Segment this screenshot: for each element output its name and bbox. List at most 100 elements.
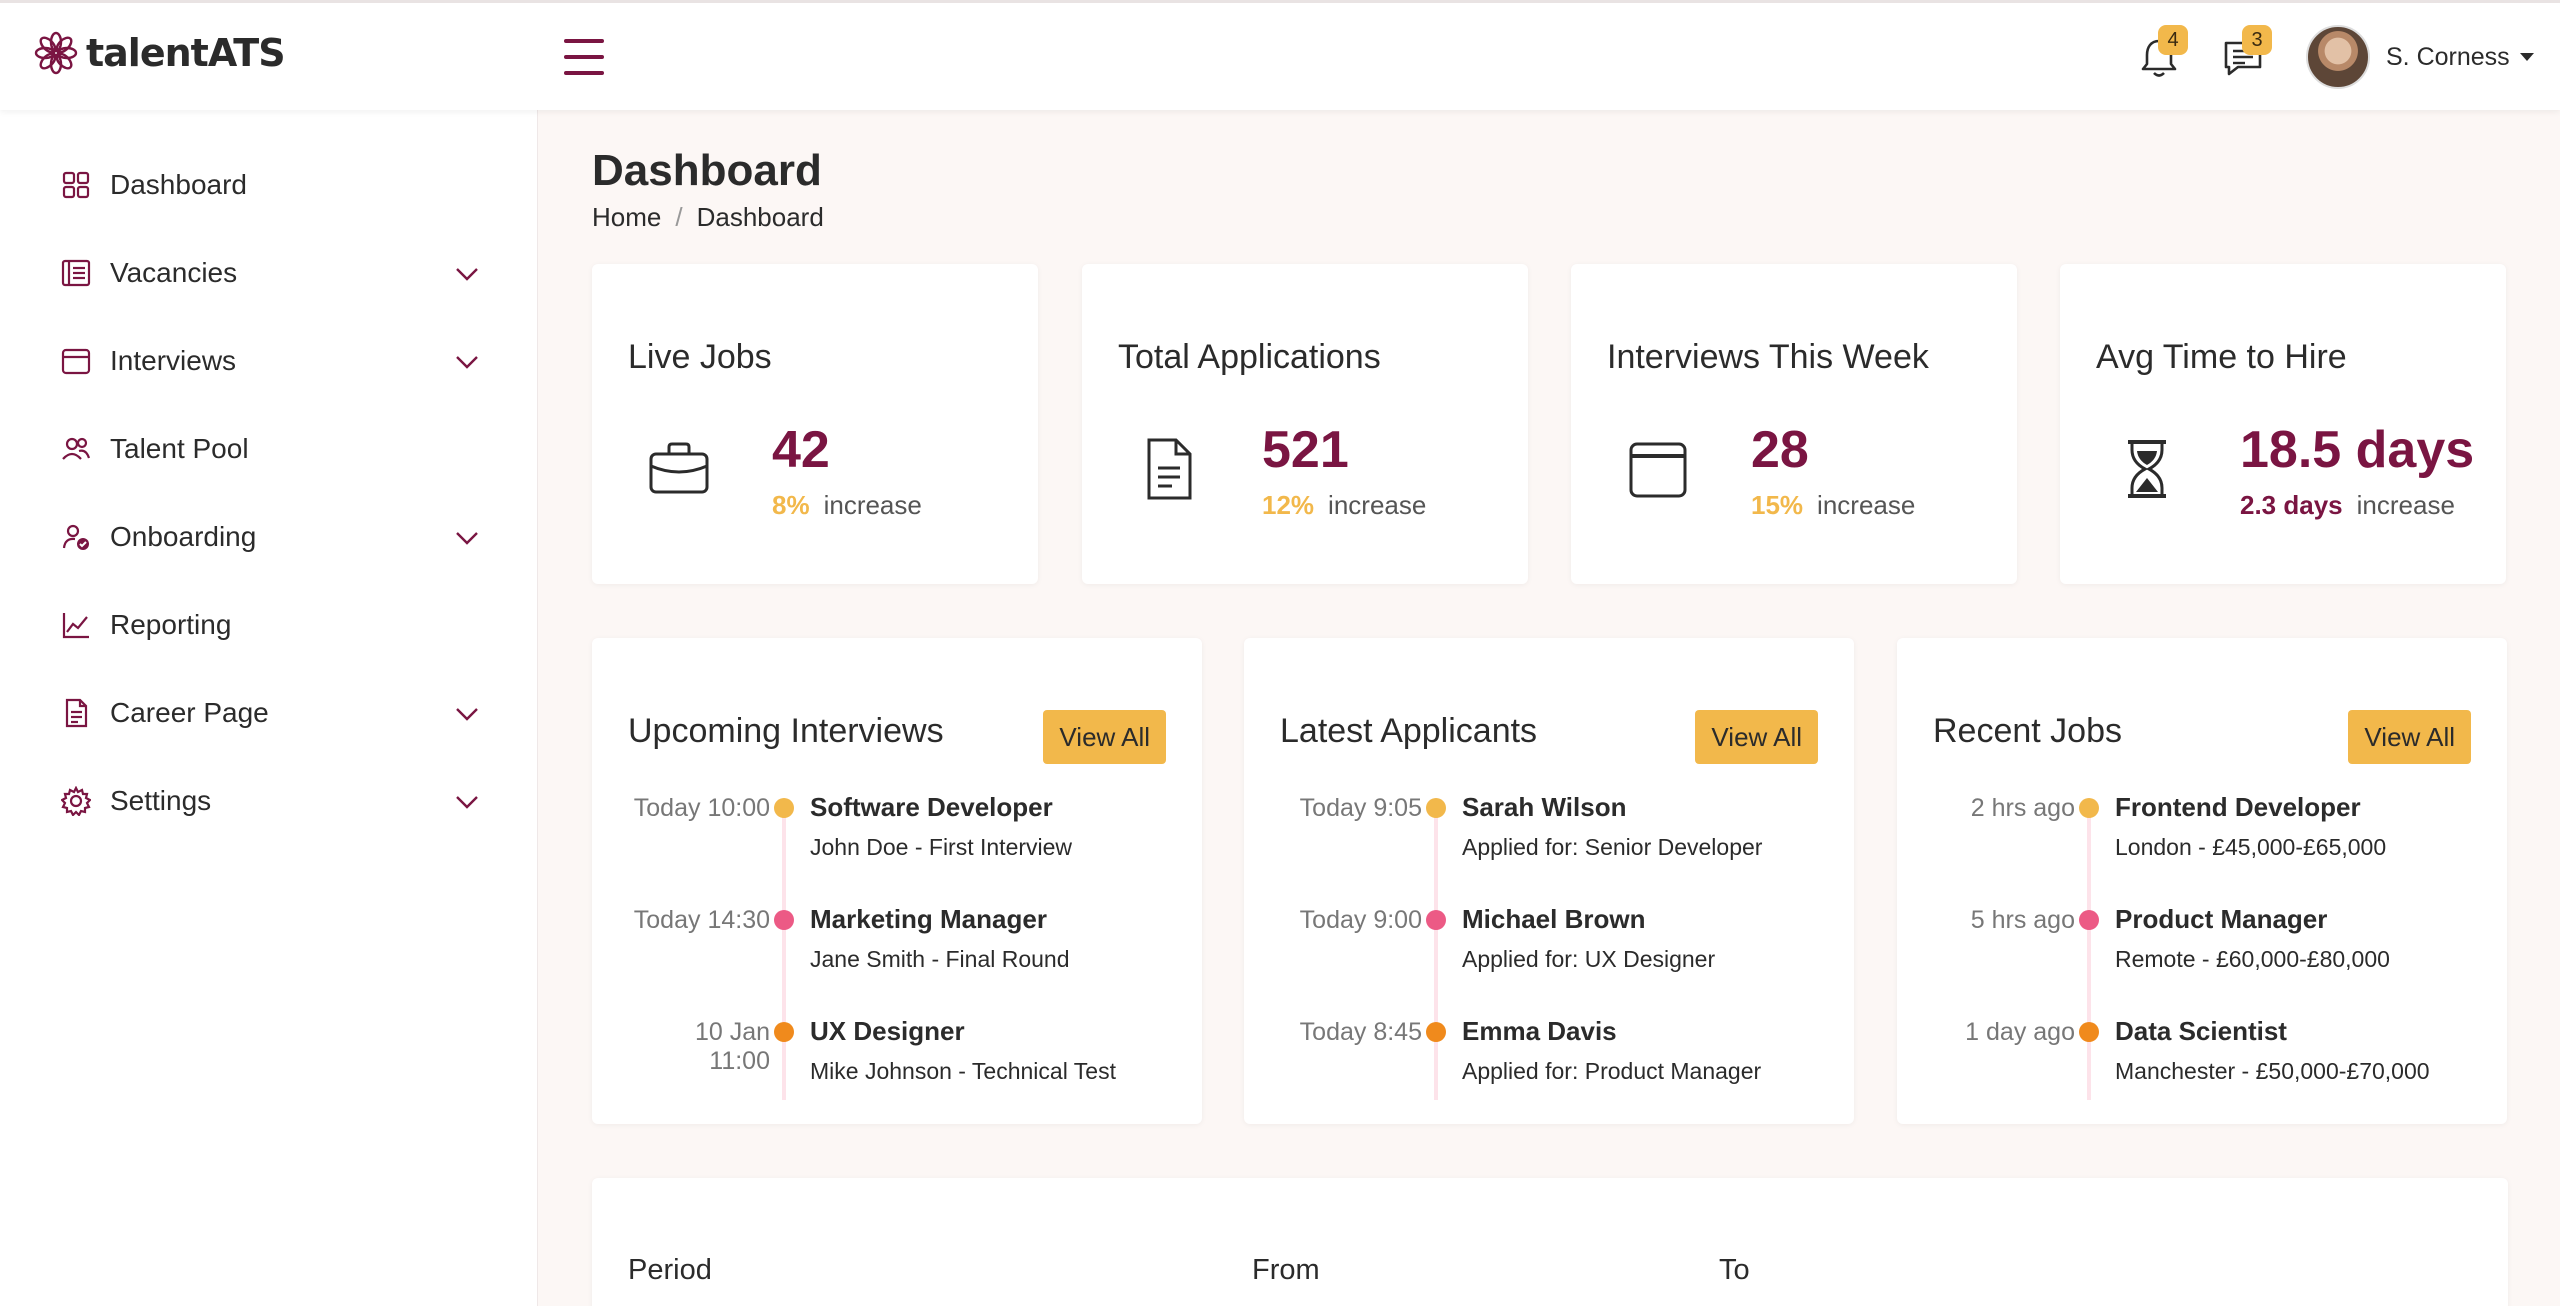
- calendar-icon: [1629, 442, 1687, 498]
- timeline-item[interactable]: 1 day ago Data Scientist Manchester - £5…: [1933, 1012, 2473, 1124]
- timeline-title: Michael Brown: [1462, 904, 1646, 934]
- timeline: 2 hrs ago Frontend Developer London - £4…: [1933, 788, 2473, 1124]
- stat-card-total-applications: Total Applications 521 12% increase: [1082, 264, 1528, 584]
- timeline-subtitle: Manchester - £50,000-£70,000: [2115, 1058, 2430, 1084]
- timeline-subtitle: Applied for: UX Designer: [1462, 946, 1716, 972]
- logo[interactable]: talentATS: [34, 31, 286, 75]
- stat-change-label: increase: [1328, 490, 1427, 520]
- period-label: Period: [628, 1254, 712, 1286]
- notifications-badge: 4: [2158, 25, 2188, 55]
- timeline-title: Emma Davis: [1462, 1016, 1617, 1046]
- latest-applicants-panel: Latest Applicants View All Today 9:05 Sa…: [1244, 638, 1854, 1124]
- timeline-item[interactable]: Today 10:00 Software Developer John Doe …: [628, 788, 1168, 922]
- sidebar-item-label: Interviews: [110, 345, 237, 376]
- user-name: S. Corness: [2386, 42, 2510, 71]
- timeline: Today 10:00 Software Developer John Doe …: [628, 788, 1168, 1124]
- page-title: Dashboard: [592, 146, 822, 195]
- grid-icon: [60, 169, 92, 201]
- to-label: To: [1719, 1254, 1750, 1286]
- hamburger-line: [564, 39, 604, 43]
- timeline-item[interactable]: 5 hrs ago Product Manager Remote - £60,0…: [1933, 900, 2473, 1034]
- sidebar-item-label: Talent Pool: [110, 433, 249, 464]
- stat-change: 2.3 days increase: [2240, 490, 2455, 521]
- panel-title: Latest Applicants: [1280, 712, 1538, 750]
- sidebar-item-label: Vacancies: [110, 257, 238, 288]
- timeline-subtitle: Jane Smith - Final Round: [810, 946, 1070, 972]
- breadcrumb: Home / Dashboard: [592, 202, 824, 233]
- recent-jobs-panel: Recent Jobs View All 2 hrs ago Frontend …: [1897, 638, 2507, 1124]
- view-all-interviews-button[interactable]: View All: [1043, 710, 1166, 764]
- upcoming-interviews-panel: Upcoming Interviews View All Today 10:00…: [592, 638, 1202, 1124]
- timeline-dot: [2079, 1022, 2099, 1042]
- timeline-time: 10 Jan 11:00: [694, 1018, 770, 1075]
- sidebar-item-onboarding[interactable]: Onboarding: [60, 507, 480, 567]
- from-label: From: [1252, 1254, 1320, 1286]
- timeline-subtitle: London - £45,000-£65,000: [2115, 834, 2387, 860]
- view-all-applicants-button[interactable]: View All: [1695, 710, 1818, 764]
- view-all-jobs-button[interactable]: View All: [2348, 710, 2471, 764]
- timeline-time: 5 hrs ago: [1970, 906, 2075, 934]
- gear-icon: [60, 785, 92, 817]
- stat-value: 28: [1751, 421, 1809, 479]
- caret-down-icon: [2519, 53, 2534, 61]
- sidebar-item-dashboard[interactable]: Dashboard: [60, 155, 480, 215]
- stat-change-label: increase: [823, 490, 922, 520]
- stat-title: Live Jobs: [628, 338, 772, 376]
- timeline-item[interactable]: Today 14:30 Marketing Manager Jane Smith…: [628, 900, 1168, 1034]
- menu-toggle-button[interactable]: [564, 39, 604, 75]
- sidebar-item-label: Settings: [110, 785, 212, 816]
- timeline-dot: [2079, 910, 2099, 930]
- timeline-time: Today 14:30: [633, 906, 770, 934]
- sidebar-item-settings[interactable]: Settings: [60, 771, 480, 831]
- timeline-item[interactable]: 10 Jan 11:00 UX Designer Mike Johnson - …: [628, 1012, 1168, 1124]
- timeline-dot: [774, 1022, 794, 1042]
- sidebar: Dashboard Vacancies Interviews Talent Po: [0, 110, 538, 1306]
- timeline-title: Product Manager: [2115, 904, 2328, 934]
- timeline-title: Software Developer: [810, 792, 1053, 822]
- timeline-line: [2087, 1034, 2091, 1100]
- stat-change-label: increase: [1817, 490, 1916, 520]
- timeline-item[interactable]: 2 hrs ago Frontend Developer London - £4…: [1933, 788, 2473, 922]
- sidebar-item-interviews[interactable]: Interviews: [60, 331, 480, 391]
- messages-badge: 3: [2242, 25, 2272, 55]
- timeline-item[interactable]: Today 9:05 Sarah Wilson Applied for: Sen…: [1280, 788, 1820, 922]
- stat-card-live-jobs: Live Jobs 42 8% increase: [592, 264, 1038, 584]
- stat-change: 12% increase: [1262, 490, 1426, 521]
- stat-card-avg-time-to-hire: Avg Time to Hire 18.5 days 2.3 days incr…: [2060, 264, 2506, 584]
- messages-button[interactable]: 3: [2218, 25, 2272, 83]
- timeline-item[interactable]: Today 8:45 Emma Davis Applied for: Produ…: [1280, 1012, 1820, 1124]
- user-check-icon: [60, 521, 92, 553]
- stat-change-value: 15%: [1751, 490, 1804, 520]
- line-chart-icon: [60, 609, 92, 641]
- timeline-subtitle: Mike Johnson - Technical Test: [810, 1058, 1116, 1084]
- sidebar-item-vacancies[interactable]: Vacancies: [60, 243, 480, 303]
- stat-change-value: 8%: [772, 490, 810, 520]
- chevron-down-icon: [456, 532, 478, 545]
- briefcase-icon: [649, 442, 709, 494]
- timeline-title: Marketing Manager: [810, 904, 1047, 934]
- timeline-time: Today 9:00: [1299, 906, 1422, 934]
- hamburger-line: [564, 71, 604, 75]
- sidebar-item-talent-pool[interactable]: Talent Pool: [60, 419, 480, 479]
- stat-change: 15% increase: [1751, 490, 1915, 521]
- breadcrumb-separator: /: [675, 202, 683, 232]
- breadcrumb-home-link[interactable]: Home: [592, 202, 661, 233]
- timeline-time: 2 hrs ago: [1970, 794, 2075, 822]
- stat-value: 521: [1262, 421, 1349, 479]
- calendar-icon: [60, 345, 92, 377]
- notifications-button[interactable]: 4: [2134, 25, 2188, 83]
- stat-change-value: 2.3 days: [2240, 490, 2343, 520]
- timeline-time: Today 10:00: [633, 794, 770, 822]
- logo-text: talentATS: [86, 31, 286, 75]
- timeline-item[interactable]: Today 9:00 Michael Brown Applied for: UX…: [1280, 900, 1820, 1034]
- stat-value: 18.5 days: [2240, 421, 2475, 479]
- sidebar-item-reporting[interactable]: Reporting: [60, 595, 480, 655]
- stat-change-value: 12%: [1262, 490, 1315, 520]
- sidebar-item-career-page[interactable]: Career Page: [60, 683, 480, 743]
- sidebar-item-label: Reporting: [110, 609, 232, 640]
- document-icon: [60, 697, 92, 729]
- user-menu[interactable]: S. Corness: [2306, 25, 2534, 89]
- timeline-dot: [774, 798, 794, 818]
- chevron-down-icon: [456, 796, 478, 809]
- hamburger-line: [564, 55, 604, 59]
